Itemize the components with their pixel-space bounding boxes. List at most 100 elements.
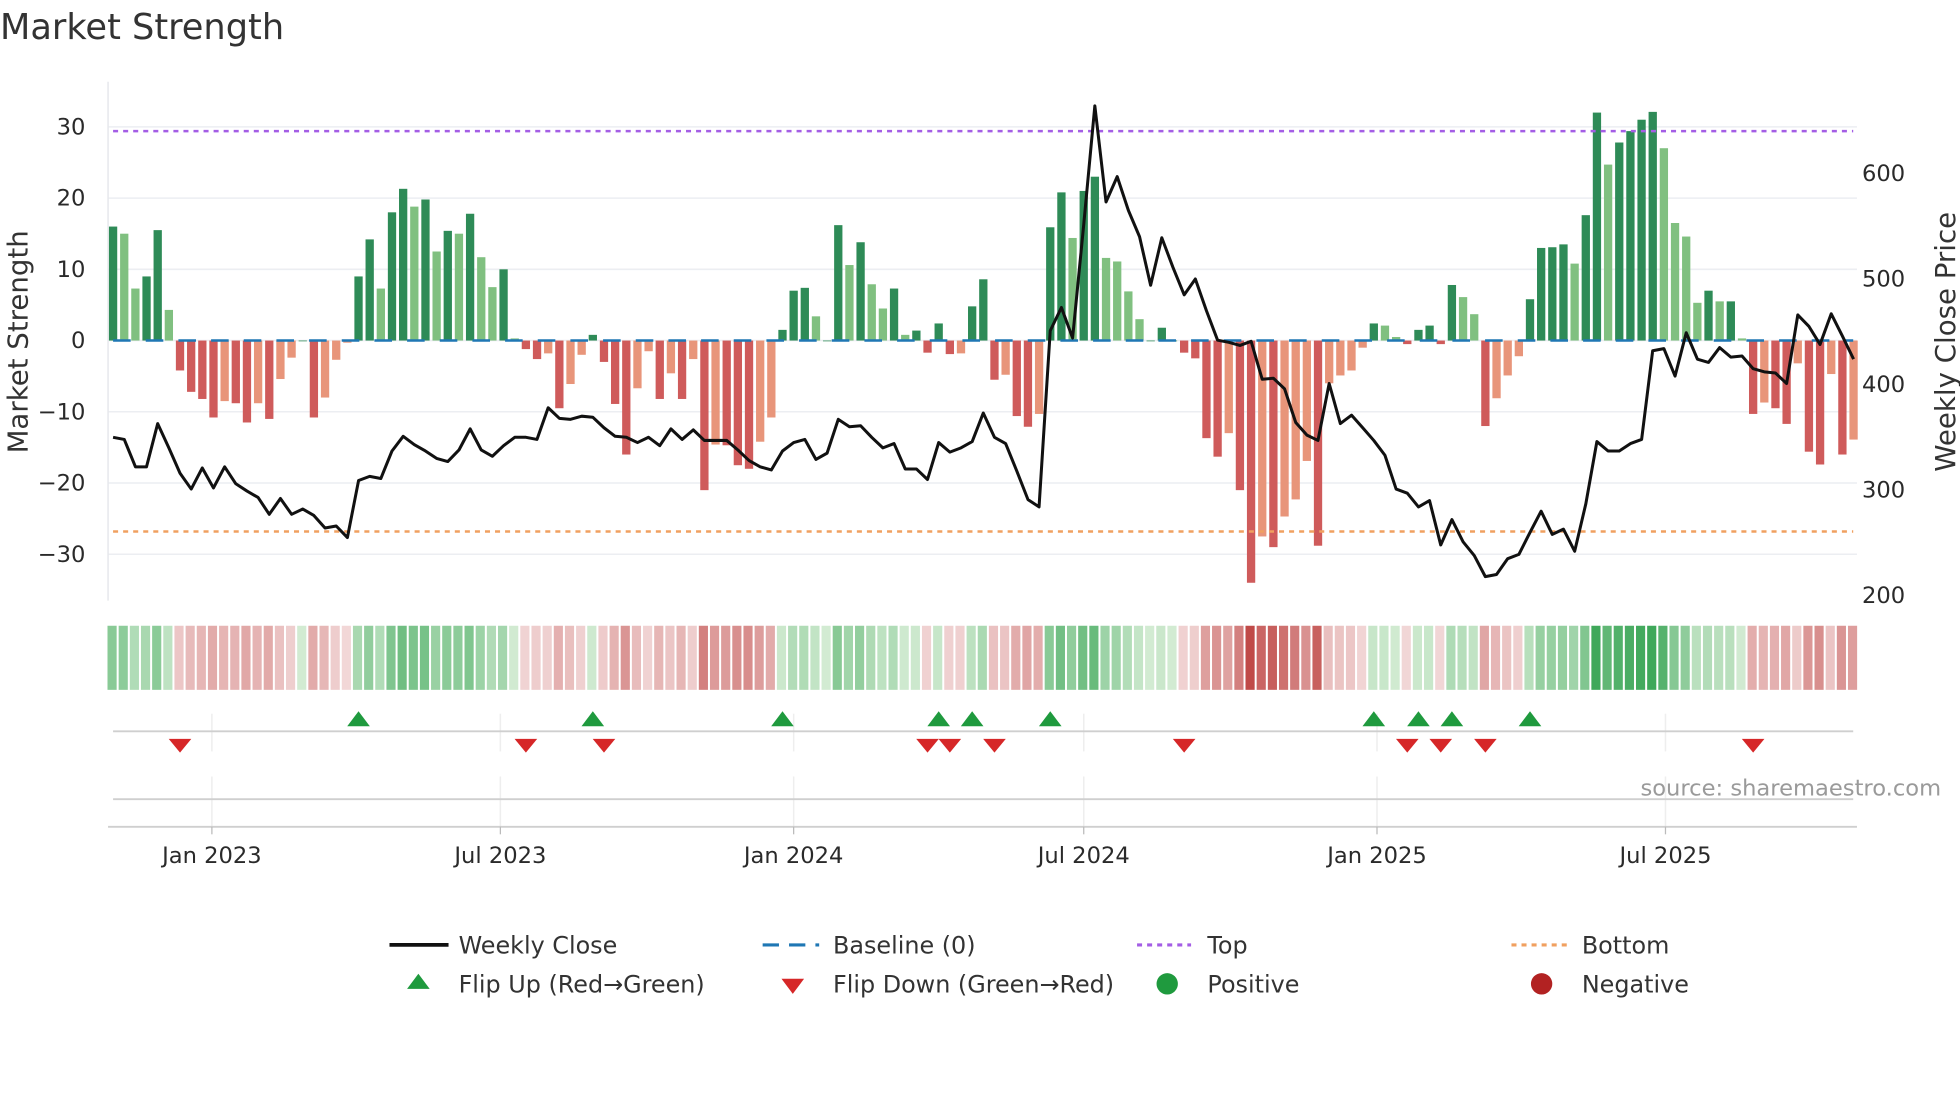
- heatmap-cell: [1769, 625, 1780, 690]
- heatmap-cell: [855, 625, 865, 690]
- strength-bar: [276, 340, 285, 380]
- strength-bar: [1827, 340, 1836, 375]
- strength-bar: [1570, 263, 1579, 341]
- strength-bar: [332, 340, 341, 360]
- strength-bar: [1191, 340, 1200, 359]
- heatmap-cell: [988, 625, 999, 690]
- strength-bar: [131, 288, 140, 341]
- heatmap-cell: [1669, 625, 1679, 690]
- strength-bar: [1492, 340, 1501, 399]
- heatmap-cell: [1401, 625, 1411, 690]
- heatmap-cell: [1100, 625, 1110, 690]
- legend-label: Flip Up (Red→Green): [459, 971, 705, 999]
- heatmap-cell: [1089, 625, 1099, 690]
- heatmap-cell: [1412, 625, 1423, 690]
- heatmap-cell: [174, 625, 184, 690]
- heatmap-cell: [330, 625, 340, 690]
- strength-bar: [1626, 131, 1635, 341]
- heatmap-cell: [531, 625, 541, 690]
- heatmap-cell: [866, 625, 876, 690]
- strength-bar: [1369, 323, 1378, 341]
- heatmap-cell: [1836, 625, 1846, 690]
- heatmap-cell: [1156, 625, 1166, 690]
- strength-bar: [265, 340, 274, 419]
- heatmap-cell: [1011, 625, 1021, 690]
- red-circle-icon: [1530, 973, 1553, 995]
- strength-bar: [1514, 340, 1523, 357]
- legend-baseline: Baseline (0): [762, 932, 976, 960]
- strength-bar: [488, 287, 497, 341]
- strength-bar: [309, 340, 319, 418]
- strength-bar: [722, 340, 731, 446]
- left-y-tick-label: 10: [57, 257, 86, 283]
- heatmap-cell: [933, 625, 943, 690]
- heatmap-cell: [509, 625, 519, 690]
- heatmap-cell: [821, 625, 831, 690]
- x-tick-label: Jul 2024: [1036, 843, 1130, 869]
- heatmap-cell: [196, 625, 206, 690]
- heatmap-cell: [832, 625, 842, 690]
- heatmap-cell: [1033, 625, 1043, 690]
- strength-bar: [878, 308, 888, 341]
- strength-bar: [465, 213, 475, 341]
- heatmap-cell: [1133, 625, 1144, 690]
- heatmap-cell: [185, 625, 195, 690]
- heatmap-cell: [1044, 625, 1054, 690]
- flip-up-marker: [1362, 711, 1386, 727]
- flip-up-marker: [1440, 711, 1464, 727]
- heatmap-cell: [274, 625, 284, 690]
- heatmap-cell: [654, 625, 664, 690]
- heatmap-cell: [1535, 625, 1545, 690]
- heatmap-cell: [341, 625, 351, 690]
- strength-bar: [164, 309, 174, 341]
- strength-bar: [1090, 176, 1100, 341]
- green-circle-icon: [1156, 973, 1178, 995]
- strength-bar: [287, 340, 296, 358]
- strength-heatmap-strip: [107, 625, 1858, 690]
- heatmap-cell: [1457, 625, 1467, 690]
- right-y-tick-label: 300: [1862, 478, 1905, 504]
- strength-bar: [1001, 340, 1010, 375]
- strength-bar: [142, 276, 151, 341]
- heatmap-cell: [788, 625, 798, 690]
- left-y-tick-label: 20: [57, 186, 86, 212]
- strength-bar: [822, 340, 832, 342]
- heatmap-cell: [687, 625, 697, 690]
- heatmap-cell: [1847, 625, 1858, 690]
- flip-up-marker: [1038, 711, 1062, 727]
- strength-bar: [1302, 340, 1312, 461]
- x-tick-label: Jan 2024: [742, 843, 844, 869]
- heatmap-cell: [609, 625, 619, 690]
- strength-bar: [711, 340, 720, 445]
- triangle-down-icon: [781, 978, 805, 994]
- right-y-ticks: 600 500 400 300 200: [1862, 161, 1905, 609]
- legend-label: Top: [1206, 932, 1247, 960]
- left-y-tick-label: −10: [38, 399, 86, 425]
- heatmap-cell: [1234, 625, 1244, 690]
- heatmap-cell: [1758, 625, 1768, 690]
- heatmap-cell: [643, 625, 653, 690]
- heatmap-cell: [364, 625, 374, 690]
- heatmap-cell: [419, 625, 430, 690]
- legend-label: Weekly Close: [459, 932, 618, 960]
- strength-bar: [1124, 291, 1133, 341]
- legend-label: Baseline (0): [833, 932, 976, 960]
- heatmap-cell: [1267, 625, 1277, 690]
- flip-up-marker: [1407, 711, 1430, 727]
- legend-weekly-close: Weekly Close: [389, 932, 617, 960]
- heatmap-cell: [140, 625, 151, 690]
- strength-bar: [610, 340, 620, 404]
- heatmap-cell: [542, 625, 552, 690]
- heatmap-cell: [676, 625, 686, 690]
- strength-bar: [867, 284, 876, 341]
- strength-bar: [1101, 257, 1111, 341]
- heatmap-cell: [955, 625, 965, 690]
- heatmap-cell: [1691, 625, 1701, 690]
- left-y-axis-title: Market Strength: [2, 230, 35, 453]
- heatmap-cell: [1145, 625, 1155, 690]
- heatmap-cell: [598, 625, 608, 690]
- heatmap-cell: [665, 625, 675, 690]
- flip-down-marker: [1172, 738, 1196, 753]
- strength-bar: [555, 340, 564, 409]
- heatmap-cell: [1435, 625, 1445, 690]
